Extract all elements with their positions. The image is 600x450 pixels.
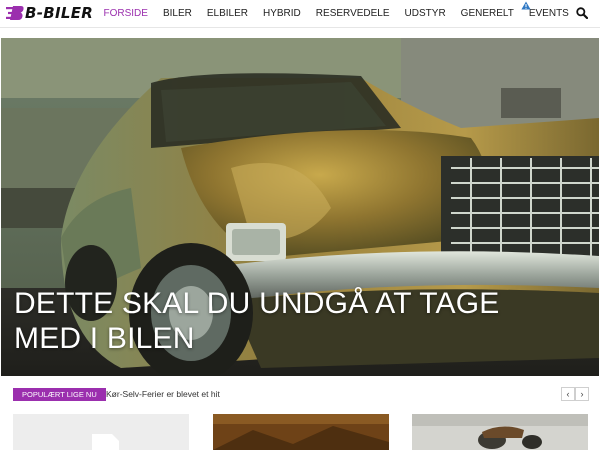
nav-item-udstyr[interactable]: UDSTYR <box>397 0 453 27</box>
ticker-label: POPULÆRT LIGE NU <box>13 388 106 401</box>
ticker-headline-link[interactable]: Kør-Selv-Ferier er blevet et hit <box>106 388 220 401</box>
article-card-3[interactable] <box>412 414 588 450</box>
ticker-next-button[interactable]: › <box>575 387 589 401</box>
nav-item-elbiler[interactable]: ELBILER <box>199 0 255 27</box>
article-card-1[interactable] <box>13 414 189 450</box>
article-card-2[interactable] <box>213 414 389 450</box>
nav-item-generelt[interactable]: GENERELT <box>453 0 521 27</box>
site-logo[interactable]: B-BILER <box>6 3 93 23</box>
logo-text: B-BILER <box>25 4 94 22</box>
logo-mark-icon <box>6 6 24 20</box>
article-image-3 <box>412 414 588 450</box>
hero-banner[interactable]: DETTE SKAL DU UNDGÅ AT TAGE MED I BILEN <box>1 38 599 376</box>
nav-item-reservedele[interactable]: RESERVEDELE <box>308 0 397 27</box>
article-image-2 <box>213 414 389 450</box>
ticker-prev-button[interactable]: ‹ <box>561 387 575 401</box>
placeholder-image-icon <box>13 414 189 450</box>
trending-ticker: POPULÆRT LIGE NU Kør-Selv-Ferier er blev… <box>13 386 589 402</box>
nav-item-hybrid[interactable]: HYBRID <box>256 0 309 27</box>
hero-title[interactable]: DETTE SKAL DU UNDGÅ AT TAGE MED I BILEN <box>14 286 574 356</box>
warning-icon[interactable] <box>521 1 531 10</box>
main-nav: FORSIDE BILER ELBILER HYBRID RESERVEDELE… <box>96 0 576 27</box>
nav-item-biler[interactable]: BILER <box>155 0 199 27</box>
search-icon[interactable] <box>576 7 588 19</box>
nav-item-forside[interactable]: FORSIDE <box>96 0 155 27</box>
site-header: B-BILER FORSIDE BILER ELBILER HYBRID RES… <box>0 0 600 28</box>
